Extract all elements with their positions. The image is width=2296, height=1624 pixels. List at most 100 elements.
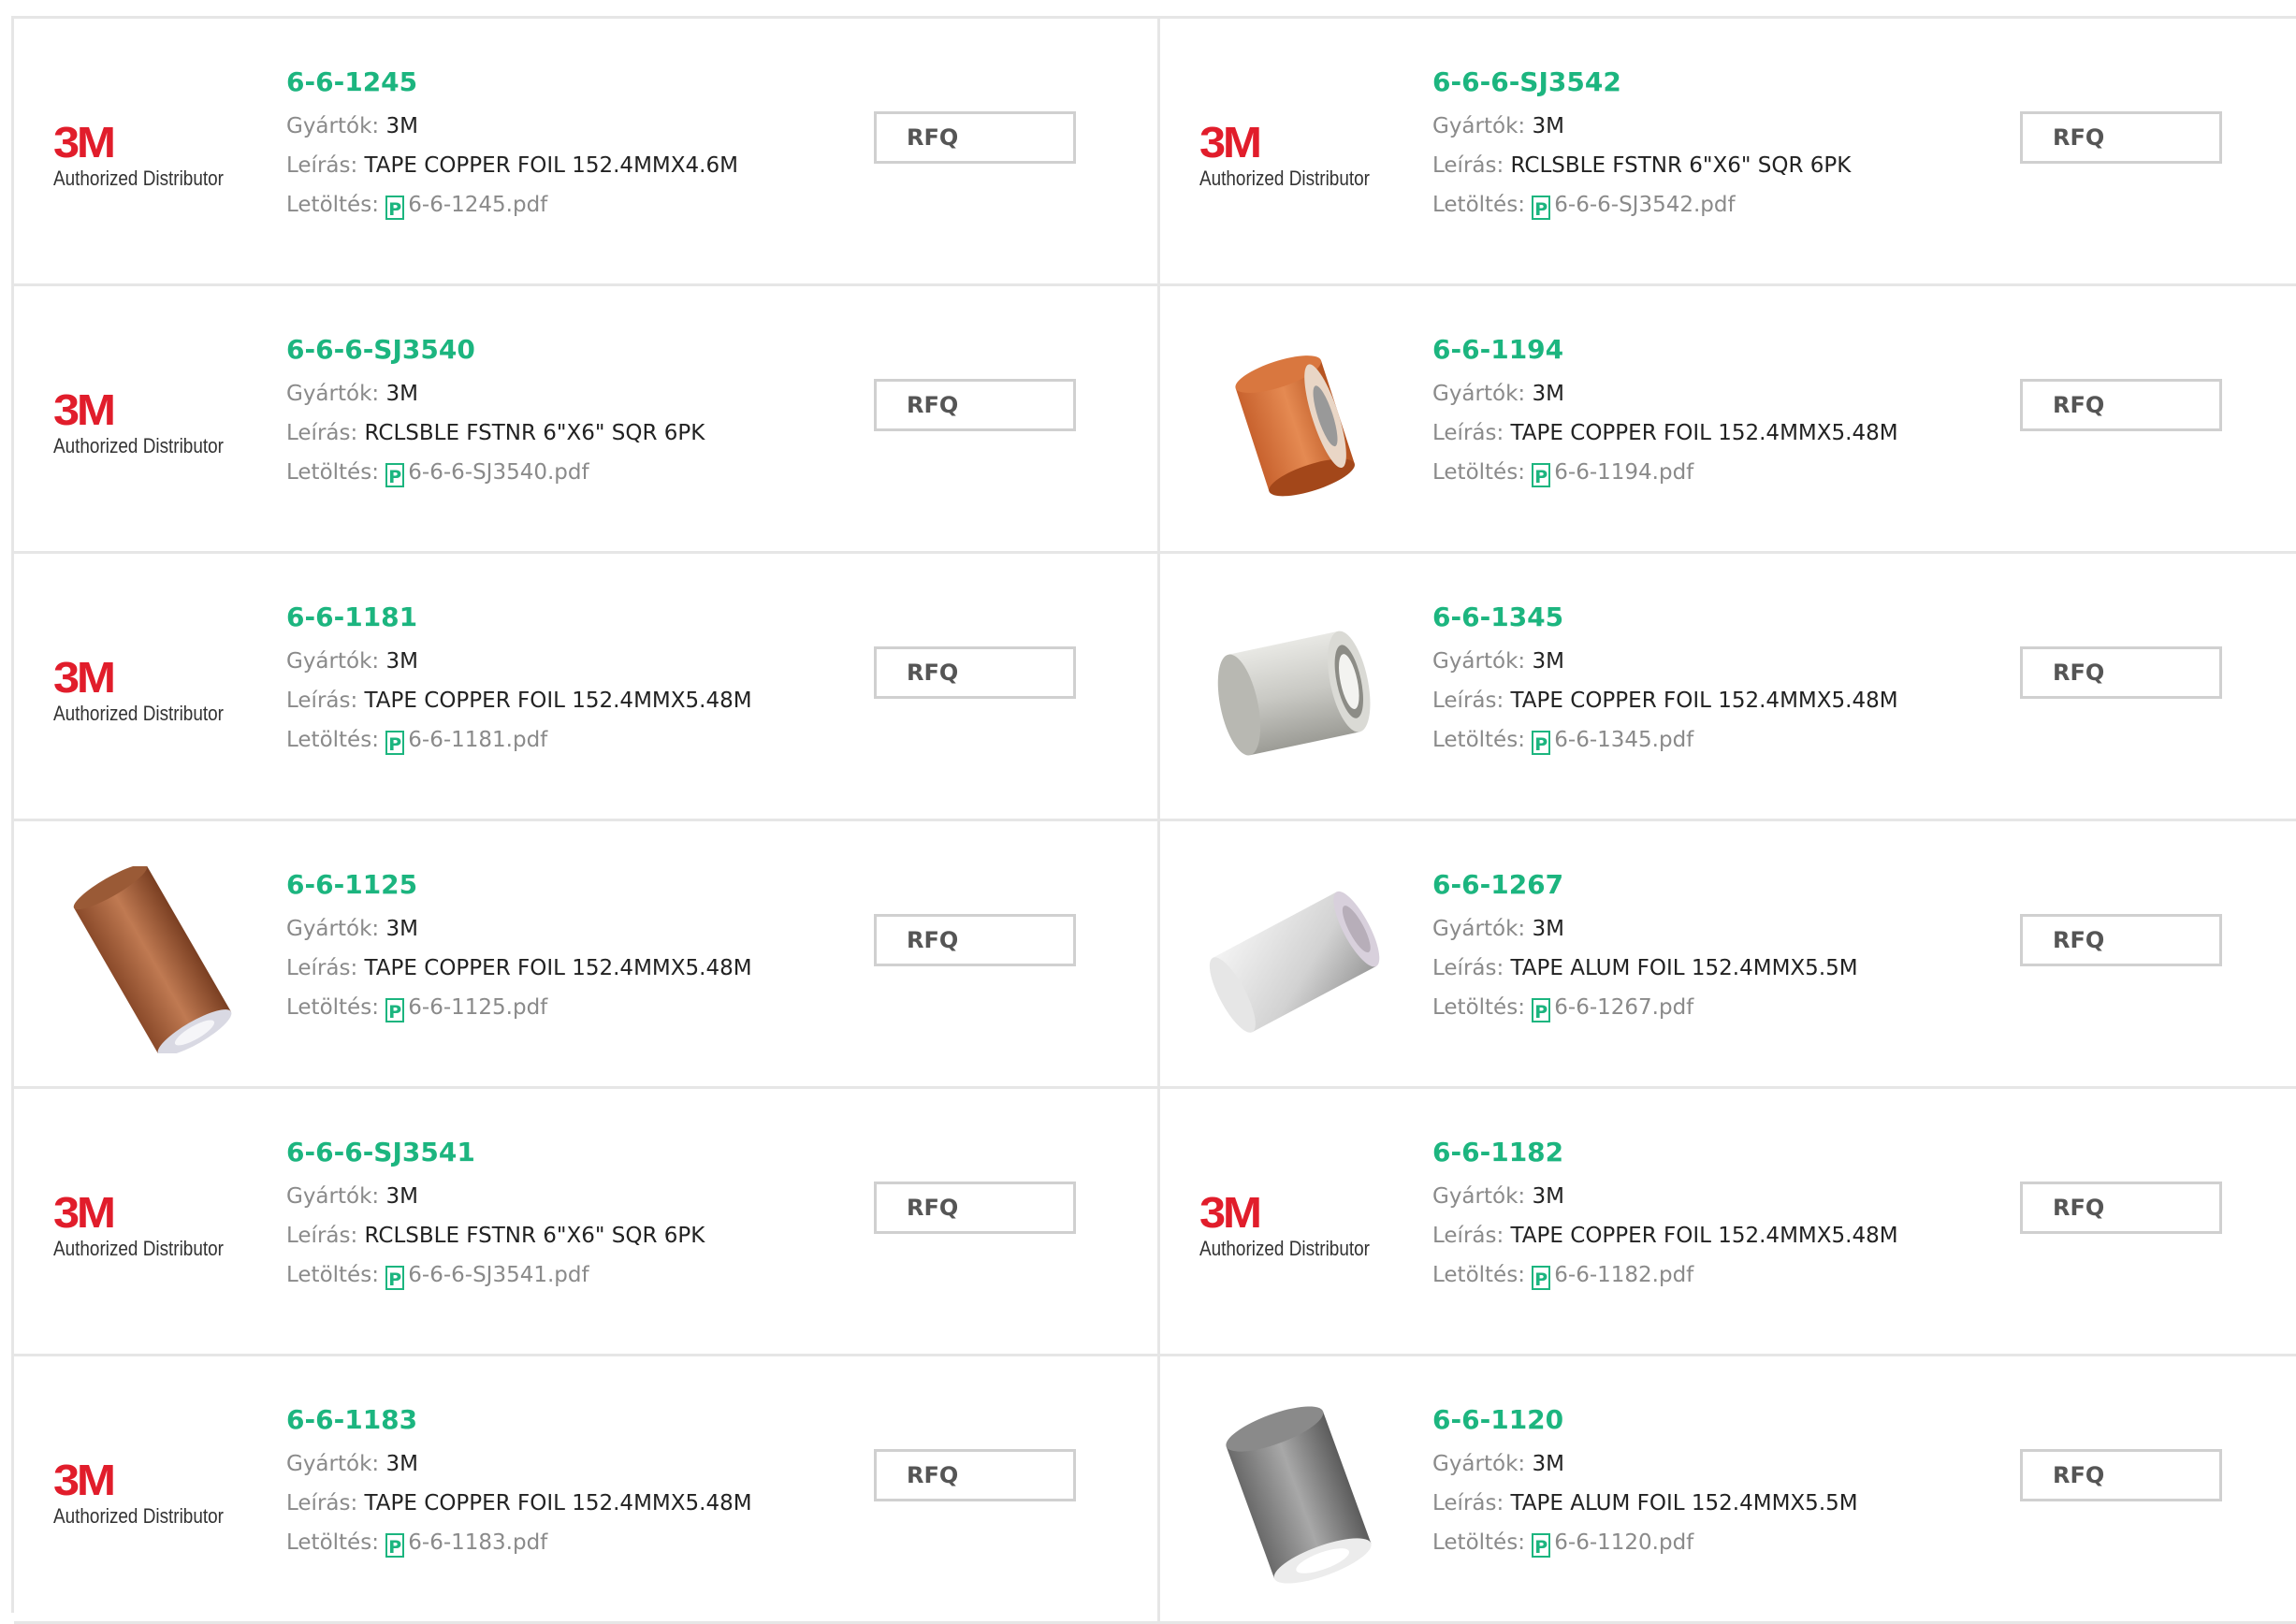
- product-image[interactable]: [1210, 603, 1388, 781]
- manufacturer-label: Gyártók:: [286, 649, 380, 674]
- manufacturer-row: Gyártók: 3M: [1432, 909, 1994, 949]
- datasheet-link[interactable]: 6-6-1120.pdf: [1554, 1530, 1693, 1555]
- pdf-icon[interactable]: P: [385, 196, 405, 220]
- product-info: 6-6-1120 Gyártók: 3M Leírás: TAPE ALUM FOI…: [1432, 1403, 1994, 1562]
- part-number-link[interactable]: 6-6-1194: [1432, 333, 1994, 367]
- description-value: RCLSBLE FSTNR 6"X6" SQR 6PK: [364, 1224, 705, 1248]
- download-row: Letöltés: P 6-6-1120.pdf: [1432, 1523, 1994, 1562]
- datasheet-link[interactable]: 6-6-1181.pdf: [408, 728, 547, 752]
- pdf-icon[interactable]: P: [1532, 463, 1551, 487]
- rfq-button[interactable]: RFQ: [2020, 1449, 2222, 1501]
- product-thumbnail[interactable]: 3M Authorized Distributor: [1199, 73, 1392, 241]
- product-image[interactable]: [1214, 1401, 1383, 1588]
- datasheet-link[interactable]: 6-6-1182.pdf: [1554, 1263, 1693, 1287]
- product-thumbnail[interactable]: [1205, 876, 1392, 1044]
- manufacturer-label: Gyártók:: [286, 382, 380, 406]
- pdf-icon[interactable]: P: [1532, 1266, 1551, 1290]
- pdf-icon[interactable]: P: [385, 1533, 405, 1558]
- brand-logo-mark: 3M: [53, 385, 116, 434]
- part-number-link[interactable]: 6-6-1182: [1432, 1136, 1994, 1169]
- product-thumbnail[interactable]: 3M Authorized Distributor: [53, 608, 246, 776]
- manufacturer-row: Gyártók: 3M: [1432, 642, 1994, 681]
- description-value: TAPE ALUM FOIL 152.4MMX5.5M: [1510, 956, 1858, 980]
- datasheet-link[interactable]: 6-6-6-SJ3542.pdf: [1554, 193, 1735, 217]
- datasheet-link[interactable]: 6-6-1267.pdf: [1554, 995, 1693, 1020]
- download-row: Letöltés: P 6-6-1267.pdf: [1432, 988, 1994, 1027]
- part-number-link[interactable]: 6-6-1345: [1432, 601, 1994, 634]
- datasheet-link[interactable]: 6-6-1183.pdf: [408, 1530, 547, 1555]
- pdf-icon[interactable]: P: [385, 731, 405, 755]
- product-card: 6-6-1267 Gyártók: 3M Leírás: TAPE ALUM FOI…: [1160, 821, 2296, 1089]
- description-value: TAPE ALUM FOIL 152.4MMX5.5M: [1510, 1491, 1858, 1515]
- datasheet-link[interactable]: 6-6-6-SJ3540.pdf: [408, 460, 589, 485]
- pdf-icon[interactable]: P: [1532, 196, 1551, 220]
- brand-logo-mark: 3M: [53, 118, 116, 167]
- product-thumbnail[interactable]: 3M Authorized Distributor: [53, 1143, 246, 1312]
- product-image[interactable]: [59, 866, 246, 1053]
- description-label: Leírás:: [286, 421, 358, 445]
- datasheet-link[interactable]: 6-6-1245.pdf: [408, 193, 547, 217]
- rfq-button[interactable]: RFQ: [2020, 646, 2222, 699]
- rfq-button[interactable]: RFQ: [2020, 1182, 2222, 1234]
- brand-logo: 3M Authorized Distributor: [53, 1458, 252, 1529]
- description-label: Leírás:: [286, 1491, 358, 1515]
- rfq-button[interactable]: RFQ: [874, 1182, 1076, 1234]
- rfq-button[interactable]: RFQ: [2020, 111, 2222, 164]
- product-thumbnail[interactable]: 3M Authorized Distributor: [53, 1411, 246, 1579]
- description-row: Leírás: TAPE COPPER FOIL 152.4MMX5.48M: [286, 681, 848, 720]
- description-row: Leírás: TAPE COPPER FOIL 152.4MMX5.48M: [286, 1484, 848, 1523]
- datasheet-link[interactable]: 6-6-6-SJ3541.pdf: [408, 1263, 589, 1287]
- part-number-link[interactable]: 6-6-1125: [286, 868, 848, 902]
- product-thumbnail[interactable]: 3M Authorized Distributor: [1199, 1143, 1392, 1312]
- product-thumbnail[interactable]: [1205, 1406, 1392, 1584]
- part-number-link[interactable]: 6-6-6-SJ3542: [1432, 65, 1994, 99]
- part-number-link[interactable]: 6-6-1183: [286, 1403, 848, 1437]
- rfq-button[interactable]: RFQ: [874, 914, 1076, 966]
- download-label: Letöltés:: [1432, 460, 1525, 485]
- pdf-icon[interactable]: P: [385, 1266, 405, 1290]
- pdf-icon[interactable]: P: [1532, 998, 1551, 1022]
- brand-logo-tagline: Authorized Distributor: [53, 434, 225, 457]
- product-thumbnail[interactable]: 3M Authorized Distributor: [53, 341, 246, 509]
- datasheet-link[interactable]: 6-6-1125.pdf: [408, 995, 547, 1020]
- pdf-icon[interactable]: P: [1532, 1533, 1551, 1558]
- download-row: Letöltés: P 6-6-1245.pdf: [286, 185, 848, 225]
- product-thumbnail[interactable]: [1205, 341, 1392, 509]
- datasheet-link[interactable]: 6-6-1345.pdf: [1554, 728, 1693, 752]
- download-label: Letöltés:: [286, 1263, 379, 1287]
- description-label: Leírás:: [286, 153, 358, 178]
- product-image[interactable]: [1224, 350, 1373, 500]
- description-row: Leírás: TAPE COPPER FOIL 152.4MMX5.48M: [1432, 413, 1994, 453]
- product-thumbnail[interactable]: [59, 866, 246, 1053]
- description-label: Leírás:: [1432, 1224, 1504, 1248]
- rfq-button[interactable]: RFQ: [2020, 379, 2222, 431]
- brand-logo-tagline: Authorized Distributor: [1199, 167, 1371, 190]
- product-image[interactable]: [1205, 876, 1392, 1044]
- part-number-link[interactable]: 6-6-6-SJ3540: [286, 333, 848, 367]
- part-number-link[interactable]: 6-6-1245: [286, 65, 848, 99]
- datasheet-link[interactable]: 6-6-1194.pdf: [1554, 460, 1693, 485]
- pdf-icon[interactable]: P: [1532, 731, 1551, 755]
- download-row: Letöltés: P 6-6-1181.pdf: [286, 720, 848, 760]
- download-label: Letöltés:: [1432, 995, 1525, 1020]
- brand-logo: 3M Authorized Distributor: [53, 385, 252, 458]
- description-row: Leírás: TAPE ALUM FOIL 152.4MMX5.5M: [1432, 949, 1994, 988]
- rfq-button[interactable]: RFQ: [874, 1449, 1076, 1501]
- rfq-button[interactable]: RFQ: [874, 379, 1076, 431]
- product-thumbnail[interactable]: 3M Authorized Distributor: [53, 73, 246, 241]
- product-card: 6-6-1194 Gyártók: 3M Leírás: TAPE COPPER F…: [1160, 286, 2296, 554]
- rfq-button[interactable]: RFQ: [874, 646, 1076, 699]
- part-number-link[interactable]: 6-6-6-SJ3541: [286, 1136, 848, 1169]
- manufacturer-value: 3M: [385, 1184, 418, 1209]
- pdf-icon[interactable]: P: [385, 998, 405, 1022]
- part-number-link[interactable]: 6-6-1181: [286, 601, 848, 634]
- part-number-link[interactable]: 6-6-1267: [1432, 868, 1994, 902]
- manufacturer-value: 3M: [1532, 917, 1564, 941]
- part-number-link[interactable]: 6-6-1120: [1432, 1403, 1994, 1437]
- rfq-button[interactable]: RFQ: [2020, 914, 2222, 966]
- pdf-icon[interactable]: P: [385, 463, 405, 487]
- description-value: TAPE COPPER FOIL 152.4MMX5.48M: [364, 956, 752, 980]
- rfq-button[interactable]: RFQ: [874, 111, 1076, 164]
- product-thumbnail[interactable]: [1205, 608, 1392, 776]
- product-info: 6-6-1125 Gyártók: 3M Leírás: TAPE COPPER F…: [286, 868, 848, 1027]
